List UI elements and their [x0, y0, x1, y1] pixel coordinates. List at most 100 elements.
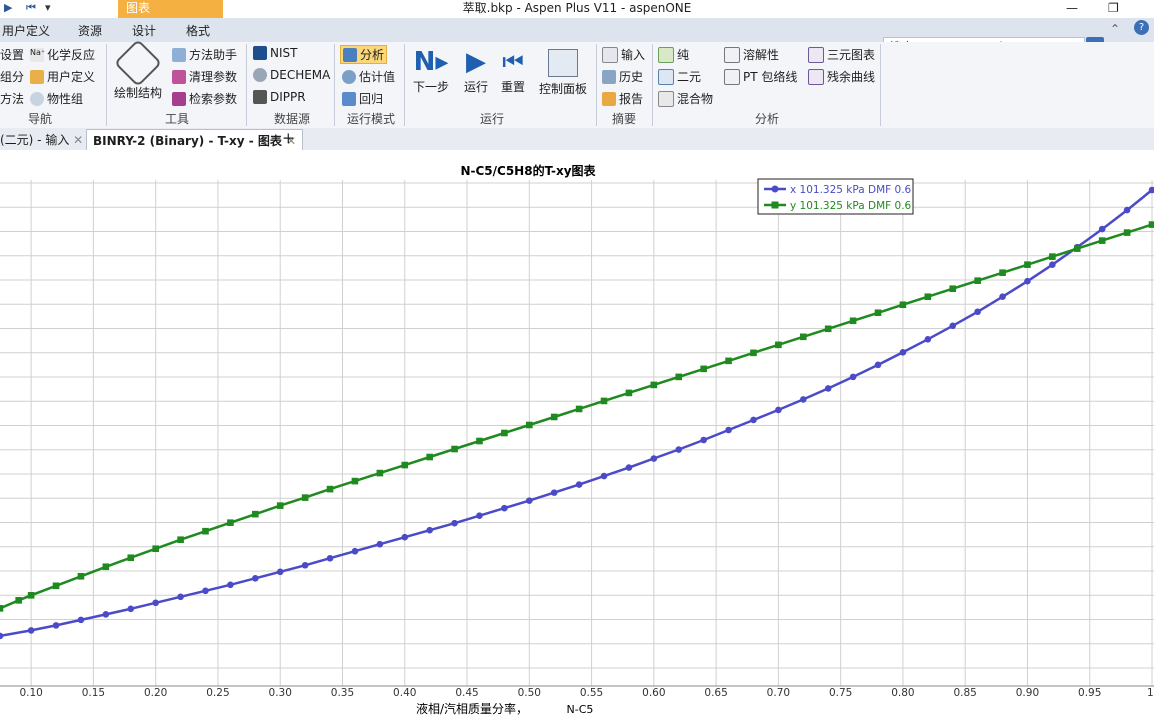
ribbon-separator: [880, 44, 881, 126]
next-button[interactable]: N▸ 下一步: [412, 46, 450, 95]
control-panel-button[interactable]: 控制面板: [536, 46, 590, 97]
summary-history[interactable]: 历史: [602, 68, 643, 85]
minimize-icon[interactable]: —: [1066, 0, 1078, 16]
run-button[interactable]: ▶ 运行: [460, 46, 492, 95]
tool-clear-params[interactable]: 清理参数: [172, 68, 237, 85]
data-point-y: [750, 349, 757, 357]
data-point-y: [600, 397, 608, 405]
x-tick-label: 0.40: [393, 687, 416, 699]
close-icon[interactable]: ✕: [73, 133, 83, 147]
x-tick-label: 0.20: [144, 687, 167, 699]
data-point-y: [949, 285, 957, 293]
ds-dippr[interactable]: DIPPR: [253, 90, 306, 104]
x-tick-label: 0.35: [331, 687, 354, 699]
data-point-x: [376, 540, 384, 548]
data-point-y: [675, 373, 683, 381]
data-point-y: [326, 485, 334, 493]
data-point-y: [575, 405, 583, 413]
mode-regression[interactable]: 回归: [342, 90, 383, 107]
data-point-x: [525, 497, 533, 504]
reset-button[interactable]: ⏮ 重置: [497, 46, 529, 95]
help-icon[interactable]: ?: [1134, 20, 1149, 35]
report-icon: [602, 91, 616, 106]
tab-binary-input[interactable]: (二元) - 输入 ✕: [0, 131, 83, 148]
summary-input[interactable]: 输入: [602, 46, 645, 63]
nav-chemistry[interactable]: Na⁺ 化学反应: [30, 46, 95, 63]
data-point-y: [775, 341, 782, 349]
mode-estimation[interactable]: 估计值: [342, 68, 395, 85]
chart-background: [0, 150, 1154, 721]
restore-icon[interactable]: ❐: [1108, 0, 1119, 16]
data-point-y: [102, 563, 110, 571]
ds-dechema[interactable]: DECHEMA: [253, 68, 330, 82]
analysis-pt-envelope[interactable]: PT 包络线: [724, 68, 797, 85]
data-point-x: [874, 361, 882, 369]
data-point-y: [650, 381, 658, 389]
data-point-x: [227, 581, 234, 589]
data-point-y: [924, 293, 932, 301]
chart-legend[interactable]: x 101.325 kPa DMF 0.6 y 101.325 kPa DMF …: [757, 178, 914, 215]
summary-group-label: 摘要: [612, 112, 637, 126]
ribbon-separator: [652, 44, 653, 126]
data-point-y: [301, 494, 309, 501]
data-point-x: [600, 472, 608, 480]
retrieve-icon: [172, 91, 186, 106]
data-point-y: [476, 437, 483, 445]
data-point-y: [525, 421, 533, 429]
menu-user-defined[interactable]: 用户定义: [2, 22, 50, 39]
tool-method-assistant[interactable]: 方法助手: [172, 46, 237, 63]
data-point-y: [227, 519, 234, 526]
menu-design[interactable]: 设计: [132, 22, 156, 39]
data-point-y: [700, 365, 707, 373]
na-plus-icon: Na⁺: [30, 47, 45, 62]
data-point-x: [775, 406, 782, 414]
new-tab-icon[interactable]: +: [282, 129, 295, 147]
data-point-x: [152, 599, 159, 607]
draw-structure-button[interactable]: 绘制结构: [112, 38, 164, 101]
data-point-y: [1073, 245, 1081, 252]
data-point-x: [974, 308, 981, 316]
analysis-solubility[interactable]: 溶解性: [724, 46, 779, 63]
legend-x-label: x 101.325 kPa DMF 0.6: [790, 184, 912, 196]
data-point-y: [550, 413, 558, 421]
analysis-residue-curves[interactable]: 残余曲线: [808, 68, 875, 85]
tool-retrieve-params[interactable]: 检索参数: [172, 90, 237, 107]
data-point-y: [276, 502, 284, 509]
analysis-ternary[interactable]: 三元图表: [808, 46, 875, 63]
data-point-x: [52, 622, 60, 629]
data-point-y: [376, 469, 384, 477]
nav-setup[interactable]: 设置: [0, 46, 24, 63]
ds-nist[interactable]: NIST: [253, 46, 297, 60]
menu-resources[interactable]: 资源: [78, 22, 102, 39]
tools-group-label: 工具: [165, 112, 190, 126]
summary-report[interactable]: 报告: [602, 90, 643, 107]
data-point-y: [27, 592, 35, 599]
run-group-label: 运行: [480, 112, 505, 126]
analysis-mixture[interactable]: 混合物: [658, 90, 713, 107]
data-point-x: [326, 554, 334, 562]
data-point-y: [177, 536, 184, 544]
nav-components[interactable]: 组分: [0, 68, 24, 85]
ribbon-collapse-icon[interactable]: ⌃: [1110, 22, 1120, 36]
nav-methods[interactable]: 方法: [0, 90, 24, 107]
tab-txy-chart[interactable]: BINRY-2 (Binary) - T-xy - 图表 ✕: [86, 129, 304, 151]
data-point-y: [1123, 229, 1131, 236]
data-point-x: [202, 587, 209, 595]
analysis-pure[interactable]: 纯: [658, 46, 689, 63]
menu-format[interactable]: 格式: [186, 22, 210, 39]
x-tick-label: 0.70: [767, 687, 790, 699]
draw-structure-icon: [113, 38, 163, 88]
data-point-x: [476, 512, 483, 519]
data-point-x: [27, 627, 35, 634]
mode-analysis[interactable]: 分析: [340, 45, 388, 64]
dechema-icon: [253, 68, 267, 82]
document-tab-bar: (二元) - 输入 ✕ BINRY-2 (Binary) - T-xy - 图表…: [0, 128, 1154, 151]
flask-icon: [172, 47, 186, 62]
menu-bar: 用户定义 资源 设计 格式 搜索aspenONE Exchange ⌃ ?: [0, 18, 1154, 55]
data-point-x: [177, 593, 184, 601]
analysis-binary[interactable]: 二元: [658, 68, 701, 85]
nav-user-defined[interactable]: 用户定义: [30, 68, 95, 85]
data-point-y: [52, 582, 60, 590]
reset-icon: ⏮: [502, 48, 524, 76]
nav-prop-sets[interactable]: 物性组: [30, 90, 83, 107]
